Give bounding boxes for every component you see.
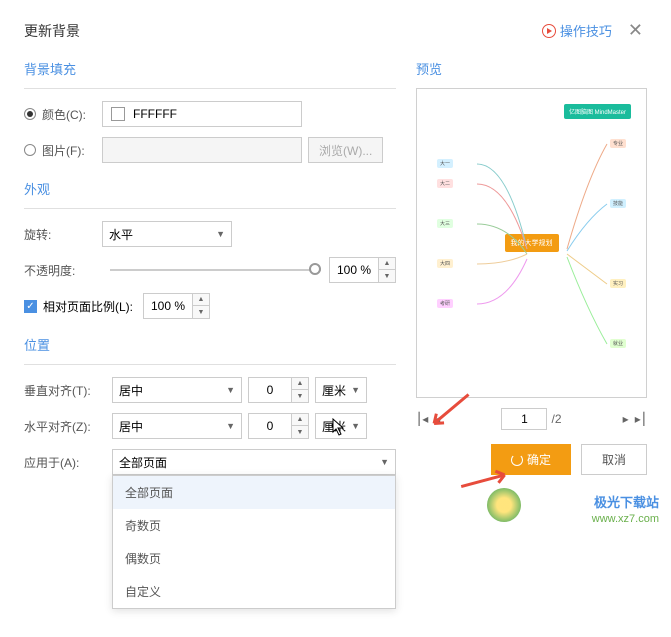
- opacity-label: 不透明度:: [24, 262, 102, 279]
- pager-input[interactable]: [501, 408, 547, 430]
- preview-canvas: 亿图脑图 MindMaster 我的大学规划 大一 大二 大三 大四 考研 专业…: [416, 88, 647, 398]
- mindmap-center: 我的大学规划: [505, 234, 559, 252]
- radio-color[interactable]: [24, 108, 36, 120]
- valign-value: 居中: [119, 382, 143, 399]
- relative-label: 相对页面比例(L):: [43, 298, 133, 315]
- browse-button[interactable]: 浏览(W)...: [308, 137, 383, 163]
- valign-label: 垂直对齐(T):: [24, 382, 112, 399]
- section-preview-title: 预览: [416, 59, 647, 82]
- spinner-down[interactable]: ▼: [193, 306, 209, 318]
- dialog-header: 更新背景 操作技巧 ✕: [24, 20, 647, 41]
- halign-select[interactable]: 居中 ▼: [112, 413, 242, 439]
- rotate-select[interactable]: 水平 ▼: [102, 221, 232, 247]
- spinner-down[interactable]: ▼: [292, 426, 308, 438]
- opacity-slider[interactable]: [110, 269, 321, 271]
- dialog-title: 更新背景: [24, 21, 80, 41]
- watermark-line2: www.xz7.com: [592, 512, 659, 526]
- section-appearance-title: 外观: [24, 179, 396, 202]
- spinner-up[interactable]: ▲: [292, 414, 308, 426]
- pager-prev[interactable]: ◂: [434, 412, 440, 426]
- chevron-down-icon: ▼: [351, 421, 360, 431]
- section-fill-title: 背景填充: [24, 59, 396, 82]
- color-swatch: [111, 107, 125, 121]
- pager-last[interactable]: ▸⎮: [635, 412, 647, 426]
- image-label: 图片(F):: [42, 142, 85, 159]
- pager-first[interactable]: ⎮◂: [416, 412, 428, 426]
- color-value: FFFFFF: [133, 107, 177, 121]
- chevron-down-icon: ▼: [216, 229, 225, 239]
- pager-total: /2: [551, 412, 561, 426]
- apply-label: 应用于(A):: [24, 454, 112, 471]
- chevron-down-icon: ▼: [226, 421, 235, 431]
- spinner-down[interactable]: ▼: [379, 270, 395, 282]
- rotate-label: 旋转:: [24, 226, 102, 243]
- section-appearance: 外观 旋转: 水平 ▼ 不透明度:: [24, 179, 396, 319]
- apply-value: 全部页面: [119, 454, 167, 471]
- refresh-icon: [511, 454, 523, 466]
- image-path-input: [102, 137, 302, 163]
- close-button[interactable]: ✕: [624, 20, 647, 41]
- halign-unit-select[interactable]: 厘米 ▼: [315, 413, 367, 439]
- spinner-up[interactable]: ▲: [193, 294, 209, 306]
- site-logo-icon: [487, 488, 521, 522]
- halign-value: 居中: [119, 418, 143, 435]
- halign-unit: 厘米: [322, 418, 346, 435]
- valign-unit: 厘米: [322, 382, 346, 399]
- halign-label: 水平对齐(Z):: [24, 418, 112, 435]
- tips-label: 操作技巧: [560, 21, 612, 40]
- valign-unit-select[interactable]: 厘米 ▼: [315, 377, 367, 403]
- rotate-value: 水平: [109, 226, 133, 243]
- dropdown-item-odd[interactable]: 奇数页: [113, 509, 395, 542]
- dropdown-item-custom[interactable]: 自定义: [113, 575, 395, 608]
- chevron-down-icon: ▼: [380, 457, 389, 467]
- ok-label: 确定: [527, 451, 551, 468]
- valign-select[interactable]: 居中 ▼: [112, 377, 242, 403]
- pager: ⎮◂ ◂ /2 ▸ ▸⎮: [416, 408, 647, 430]
- relative-input[interactable]: [143, 293, 193, 319]
- pager-next[interactable]: ▸: [623, 412, 629, 426]
- chevron-down-icon: ▼: [226, 385, 235, 395]
- watermark-line1: 极光下载站: [592, 495, 659, 512]
- play-icon: [542, 24, 556, 38]
- halign-offset-input[interactable]: [248, 413, 292, 439]
- opacity-input[interactable]: [329, 257, 379, 283]
- relative-checkbox[interactable]: ✓: [24, 300, 37, 313]
- ok-button[interactable]: 确定: [491, 444, 571, 475]
- mindmap-brand: 亿图脑图 MindMaster: [564, 104, 631, 119]
- valign-offset-input[interactable]: [248, 377, 292, 403]
- section-fill: 背景填充 颜色(C): FFFFFF 图片(F):: [24, 59, 396, 163]
- dropdown-item-even[interactable]: 偶数页: [113, 542, 395, 575]
- spinner-up[interactable]: ▲: [379, 258, 395, 270]
- spinner-down[interactable]: ▼: [292, 390, 308, 402]
- chevron-down-icon: ▼: [351, 385, 360, 395]
- color-input[interactable]: FFFFFF: [102, 101, 302, 127]
- watermark: 极光下载站 www.xz7.com: [592, 495, 659, 526]
- dropdown-item-all[interactable]: 全部页面: [113, 476, 395, 509]
- slider-thumb[interactable]: [309, 263, 321, 275]
- color-label: 颜色(C):: [42, 106, 86, 123]
- spinner-up[interactable]: ▲: [292, 378, 308, 390]
- tips-link[interactable]: 操作技巧: [542, 21, 612, 40]
- cancel-button[interactable]: 取消: [581, 444, 647, 475]
- radio-image[interactable]: [24, 144, 36, 156]
- apply-select[interactable]: 全部页面 ▼: [112, 449, 396, 475]
- apply-dropdown: 全部页面 奇数页 偶数页 自定义: [112, 475, 396, 609]
- section-position-title: 位置: [24, 335, 396, 358]
- section-position: 位置 垂直对齐(T): 居中 ▼ ▲ ▼: [24, 335, 396, 609]
